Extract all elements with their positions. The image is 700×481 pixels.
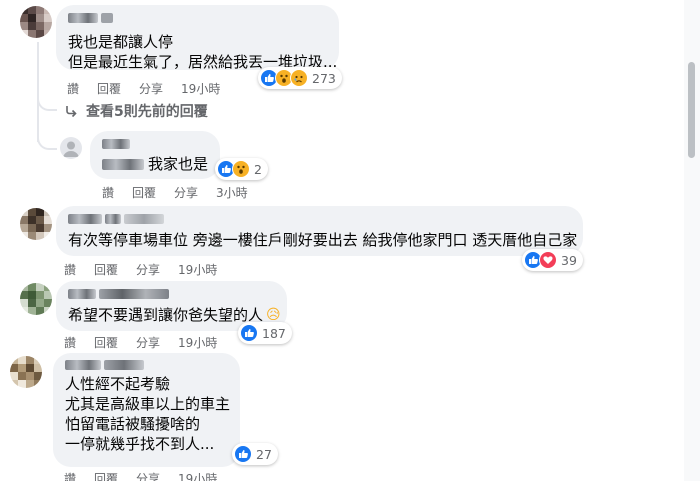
reply-avatar[interactable] [60,137,82,159]
author-name[interactable] [68,286,275,302]
like-button[interactable]: 讚 [67,80,79,97]
reaction-count: 27 [256,446,272,462]
reaction-summary[interactable]: 187 [238,322,292,344]
comment-actions: 讚 回覆 分享 19小時 [64,261,235,278]
reaction-summary[interactable]: 27 [232,443,278,465]
reaction-count: 2 [254,161,262,177]
thread-line [37,42,39,142]
timestamp[interactable]: 19小時 [178,334,217,351]
share-button[interactable]: 分享 [139,80,163,97]
comment-actions: 讚 回覆 分享 19小時 [67,80,238,97]
timestamp[interactable]: 3小時 [216,184,248,201]
reply-actions: 讚 回覆 分享 3小時 [102,184,266,201]
like-icon [240,324,258,342]
love-icon [539,251,557,269]
view-more-label: 查看5則先前的回覆 [86,104,208,120]
thread-connector [37,95,57,111]
view-more-replies[interactable]: 查看5則先前的回覆 [64,101,208,121]
comment-bubble: 有次等停車場車位 旁邊一樓住戶剛好要出去 給我停他家門口 透天厝他自己家 [56,206,583,256]
comment-text-line: 怕留電話被騷擾啥的 [65,415,201,433]
reply-button[interactable]: 回覆 [97,80,121,97]
reply-text: 我家也是 [147,155,208,173]
share-button[interactable]: 分享 [136,334,160,351]
reaction-summary[interactable]: 39 [522,249,583,271]
reaction-count: 187 [262,325,286,341]
timestamp[interactable]: 19小時 [178,261,217,278]
comment-text-line: 我也是都讓人停 [68,33,174,51]
reaction-count: 39 [561,252,577,268]
like-button[interactable]: 讚 [64,470,76,481]
author-name[interactable] [102,136,208,152]
comment-text-line: 人性經不起考驗 [65,375,171,393]
sad-icon [290,69,308,87]
author-name[interactable] [65,357,228,373]
avatar[interactable] [20,283,52,315]
author-name[interactable] [68,211,571,227]
like-button[interactable]: 讚 [102,184,114,201]
share-button[interactable]: 分享 [136,261,160,278]
avatar[interactable] [20,208,52,240]
reaction-count: 273 [312,70,336,86]
reply-button[interactable]: 回覆 [94,470,118,481]
comment-bubble: 人性經不起考驗 尤其是高級車以上的車主 怕留電話被騷擾啥的 一停就幾乎找不到人.… [53,353,240,467]
thread-connector [37,128,57,150]
avatar[interactable] [20,6,52,38]
sad-face-emoji: 😥 [266,307,281,323]
like-button[interactable]: 讚 [64,334,76,351]
share-button[interactable]: 分享 [174,184,198,201]
reply-button[interactable]: 回覆 [94,334,118,351]
comment-text-line: 希望不要遇到讓你爸失望的人 [68,306,264,324]
reply-arrow-icon [66,106,77,118]
comment-text-line: 尤其是高級車以上的車主 [65,395,231,413]
reply-button[interactable]: 回覆 [132,184,156,201]
reaction-summary[interactable]: 273 [258,67,342,89]
timestamp[interactable]: 19小時 [181,80,220,97]
timestamp[interactable]: 19小時 [178,470,217,481]
comment-text-line: 一停就幾乎找不到人... [65,435,215,453]
reaction-summary[interactable]: 2 [215,158,268,180]
comment-actions: 讚 回覆 分享 19小時 [64,334,235,351]
like-button[interactable]: 讚 [64,261,76,278]
mentioned-user[interactable] [102,158,144,170]
comment-actions: 讚 回覆 分享 19小時 [64,470,235,481]
reply-button[interactable]: 回覆 [94,261,118,278]
share-button[interactable]: 分享 [136,470,160,481]
comment-text-line: 有次等停車場車位 旁邊一樓住戶剛好要出去 給我停他家門口 透天厝他自己家 [68,231,578,249]
author-name[interactable] [68,10,327,26]
reply-bubble: 我家也是 [90,131,220,179]
comment-bubble: 我也是都讓人停 但是最近生氣了，居然給我丟一堆垃圾... [56,5,339,71]
wow-icon [232,160,250,178]
avatar[interactable] [10,356,42,388]
scrollbar-thumb[interactable] [688,62,695,158]
like-icon [234,445,252,463]
default-avatar-icon [63,141,79,157]
